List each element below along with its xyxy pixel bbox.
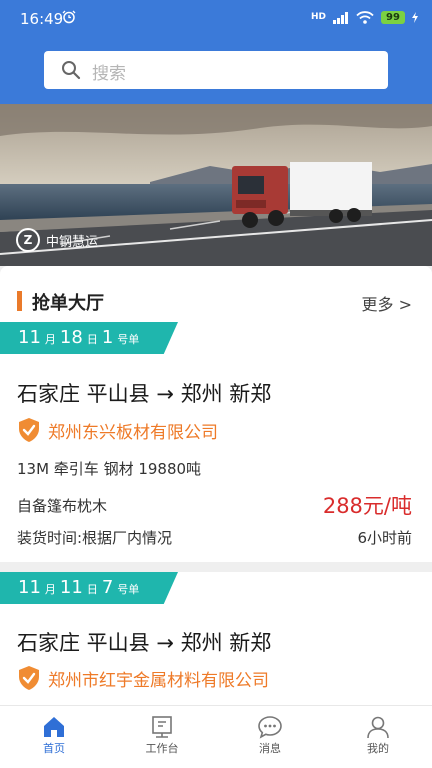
workbench-icon bbox=[152, 716, 172, 738]
cargo-spec: 13M 牵引车 钢材 19880吨 bbox=[17, 460, 202, 478]
search-bar[interactable]: 搜索 bbox=[44, 51, 388, 89]
loading-time: 装货时间:根据厂内情况 bbox=[17, 529, 173, 547]
section-title: 抢单大厅 bbox=[32, 293, 104, 314]
status-time: 16:49 bbox=[20, 10, 64, 28]
order-month: 11 bbox=[18, 577, 41, 598]
day-unit: 日 bbox=[86, 333, 98, 346]
day-unit: 日 bbox=[86, 583, 98, 596]
home-icon bbox=[44, 717, 64, 737]
tab-label: 首页 bbox=[43, 742, 65, 755]
order-route: 石家庄 平山县 → 郑州 新郑 bbox=[17, 631, 272, 655]
tab-profile[interactable]: 我的 bbox=[324, 706, 432, 768]
company-row: 郑州市红宇金属材料有限公司 bbox=[17, 665, 269, 691]
message-icon bbox=[258, 716, 282, 739]
more-link[interactable]: 更多 > bbox=[362, 291, 413, 315]
alarm-icon bbox=[62, 10, 76, 24]
tab-workbench[interactable]: 工作台 bbox=[108, 706, 216, 768]
company-name: 郑州东兴板材有限公司 bbox=[48, 422, 218, 443]
order-number-unit: 号单 bbox=[117, 583, 140, 596]
tab-home[interactable]: 首页 bbox=[0, 706, 108, 768]
wifi-icon bbox=[356, 11, 374, 24]
banner-image[interactable]: Z 中钢慧运 bbox=[0, 104, 432, 266]
status-bar: 16:49 HD 99 bbox=[0, 0, 432, 40]
order-price: 288元/吨 bbox=[322, 494, 412, 518]
status-icons: HD 99 bbox=[311, 11, 418, 24]
brand-mark-icon: Z bbox=[16, 228, 40, 252]
battery-indicator: 99 bbox=[381, 11, 405, 24]
brand-name: 中钢慧运 bbox=[46, 234, 99, 250]
order-route: 石家庄 平山县 → 郑州 新郑 bbox=[17, 382, 272, 406]
verified-shield-icon bbox=[19, 666, 39, 690]
posted-time: 6小时前 bbox=[357, 529, 412, 547]
order-note: 自备篷布枕木 bbox=[17, 497, 108, 515]
order-date-ribbon: 11 月 18 日 1 号单 bbox=[0, 322, 178, 354]
order-date-ribbon: 11 月 11 日 7 号单 bbox=[0, 572, 178, 604]
tab-messages[interactable]: 消息 bbox=[216, 706, 324, 768]
search-icon bbox=[62, 61, 81, 80]
bottom-tab-bar: 首页 工作台 消息 我的 bbox=[0, 705, 432, 768]
order-day: 11 bbox=[59, 577, 83, 598]
brand-logo: Z 中钢慧运 bbox=[16, 228, 98, 252]
profile-icon bbox=[367, 716, 389, 739]
tab-label: 消息 bbox=[259, 742, 281, 755]
tab-label: 我的 bbox=[367, 742, 389, 755]
signal-icon bbox=[333, 11, 348, 24]
company-row: 郑州东兴板材有限公司 bbox=[17, 417, 218, 443]
tab-label: 工作台 bbox=[145, 742, 179, 755]
network-type: HD bbox=[310, 12, 326, 22]
search-placeholder: 搜索 bbox=[92, 64, 126, 84]
order-number: 1 bbox=[101, 327, 114, 348]
month-unit: 月 bbox=[44, 583, 56, 596]
header: 16:49 HD 99 搜索 bbox=[0, 0, 432, 104]
company-name: 郑州市红宇金属材料有限公司 bbox=[48, 670, 269, 691]
order-day: 18 bbox=[59, 327, 83, 348]
order-card[interactable]: 11 月 18 日 1 号单 石家庄 平山县 → 郑州 新郑 郑州东兴板材有限公司 13M… bbox=[0, 322, 432, 562]
verified-shield-icon bbox=[19, 418, 39, 442]
month-unit: 月 bbox=[44, 333, 56, 346]
order-month: 11 bbox=[18, 327, 41, 348]
order-number: 7 bbox=[101, 577, 114, 598]
charging-icon bbox=[412, 12, 418, 23]
section-accent-bar bbox=[17, 291, 22, 311]
order-number-unit: 号单 bbox=[117, 333, 140, 346]
app-screen: 16:49 HD 99 搜索 Z 中钢慧运 抢单大厅 更多 > 11 月 18 … bbox=[0, 0, 432, 768]
order-hall-header: 抢单大厅 更多 > bbox=[0, 266, 432, 322]
order-card[interactable]: 11 月 11 日 7 号单 石家庄 平山县 → 郑州 新郑 郑州市红宇金属材料有限公司 bbox=[0, 572, 432, 706]
